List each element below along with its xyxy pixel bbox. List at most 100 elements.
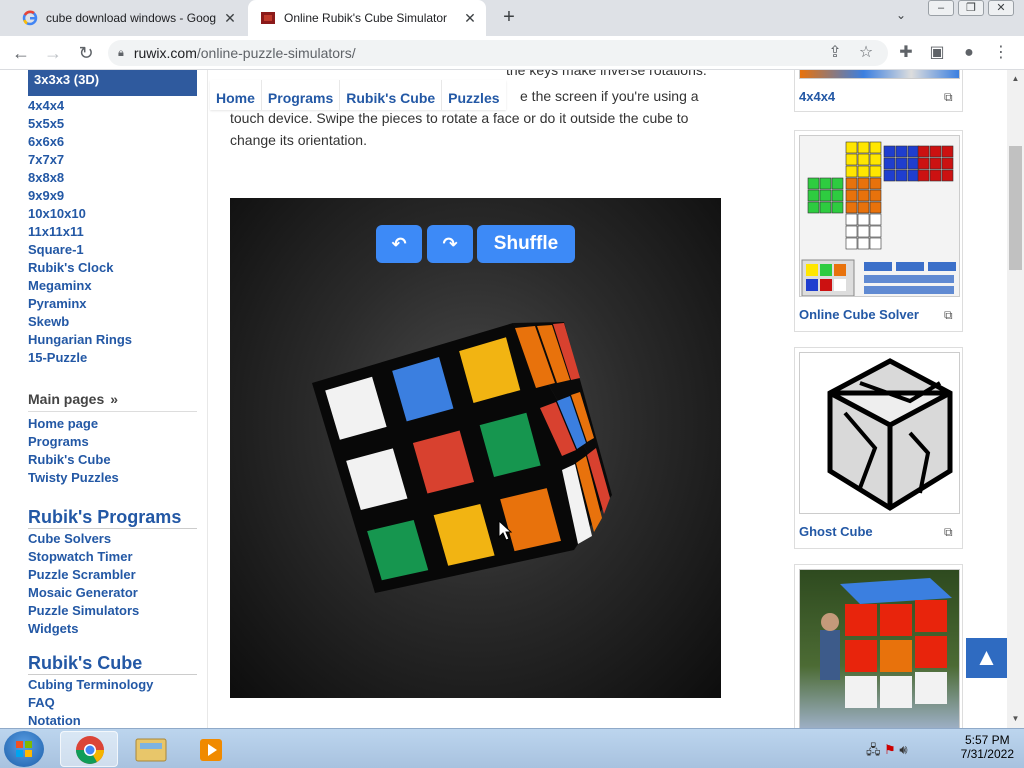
solver-sticker <box>857 153 870 166</box>
solver-sticker <box>857 177 870 190</box>
sidebar-link-hungarian-rings[interactable]: Hungarian Rings <box>28 331 132 349</box>
rubiks-cube-heading[interactable]: Rubik's Cube <box>28 653 142 674</box>
tab-rubiks-simulator[interactable]: Online Rubik's Cube Simulator ✕ <box>248 0 486 36</box>
sidebar-link-15-puzzle[interactable]: 15-Puzzle <box>28 349 132 367</box>
sidebar-link-6x6x6[interactable]: 6x6x6 <box>28 133 132 151</box>
back-icon[interactable]: ← <box>10 42 32 64</box>
chrome-icon <box>76 736 104 764</box>
taskbar-explorer[interactable] <box>122 731 180 767</box>
reload-icon[interactable]: ↻ <box>75 42 97 64</box>
breadcrumb-puzzles[interactable]: Puzzles <box>442 80 505 110</box>
card-label[interactable]: 4x4x4 <box>799 89 835 104</box>
rubiks-cube-3d[interactable] <box>230 198 721 698</box>
main-pages-heading-text: Main pages <box>28 391 105 407</box>
sidebar-link-programs[interactable]: Programs <box>28 433 119 451</box>
solver-sticker <box>907 169 920 182</box>
sidebar-link-rubiks-cube[interactable]: Rubik's Cube <box>28 451 119 469</box>
volume-icon[interactable]: 🔊︎ <box>899 742 907 757</box>
card-4x4x4[interactable]: 4x4x4 ⧉ <box>794 70 963 112</box>
tab-google-search[interactable]: cube download windows - Goog ✕ <box>14 0 246 36</box>
sidebar-link-cubing-terminology[interactable]: Cubing Terminology <box>28 676 153 694</box>
external-link-icon[interactable]: ⧉ <box>944 525 958 539</box>
card-giant-cube[interactable] <box>794 564 963 728</box>
sidebar-link-rubiks-clock[interactable]: Rubik's Clock <box>28 259 132 277</box>
sidebar-link-widgets[interactable]: Widgets <box>28 620 139 638</box>
card-label[interactable]: Online Cube Solver <box>799 307 919 322</box>
card-online-cube-solver[interactable]: Online Cube Solver ⧉ <box>794 130 963 332</box>
solver-sticker <box>819 177 832 190</box>
sidebar-link-stopwatch-timer[interactable]: Stopwatch Timer <box>28 548 139 566</box>
sidebar-link-4x4x4[interactable]: 4x4x4 <box>28 97 132 115</box>
taskbar-chrome[interactable] <box>60 731 118 767</box>
sidebar-link-7x7x7[interactable]: 7x7x7 <box>28 151 132 169</box>
share-icon[interactable]: ⇪ <box>824 42 846 64</box>
sidebar-link-mosaic-generator[interactable]: Mosaic Generator <box>28 584 139 602</box>
external-link-icon[interactable]: ⧉ <box>944 90 958 104</box>
sidebar-link-cube-solvers[interactable]: Cube Solvers <box>28 530 139 548</box>
taskbar-media-player[interactable] <box>182 731 240 767</box>
action-center-icon[interactable]: ⚑ <box>884 742 896 757</box>
solver-sticker <box>857 201 870 214</box>
url-path: /online-puzzle-simulators/ <box>196 45 356 61</box>
page-scrollbar[interactable]: ▲ ▼ <box>1007 70 1024 728</box>
start-button[interactable] <box>4 731 44 767</box>
sidebar-link-5x5x5[interactable]: 5x5x5 <box>28 115 132 133</box>
scroll-to-top-button[interactable]: ▲ <box>966 638 1007 678</box>
card-ghost-cube[interactable]: Ghost Cube ⧉ <box>794 347 963 549</box>
breadcrumb-programs[interactable]: Programs <box>262 80 341 110</box>
window-controls: – ❐ ✕ <box>924 0 1014 20</box>
address-bar[interactable]: 🔒︎ ruwix.com/online-puzzle-simulators/ <box>108 40 888 66</box>
breadcrumb-rubiks-cube[interactable]: Rubik's Cube <box>340 80 443 110</box>
breadcrumb-home[interactable]: Home <box>210 80 262 110</box>
sidebar-link-8x8x8[interactable]: 8x8x8 <box>28 169 132 187</box>
sidebar-link-puzzle-scrambler[interactable]: Puzzle Scrambler <box>28 566 139 584</box>
sidebar-link-pyraminx[interactable]: Pyraminx <box>28 295 132 313</box>
solver-sticker <box>883 157 896 170</box>
side-panel-icon[interactable]: ▣ <box>926 42 948 64</box>
sidebar-link-9x9x9[interactable]: 9x9x9 <box>28 187 132 205</box>
new-tab-button[interactable]: + <box>498 6 520 28</box>
close-tab-icon[interactable]: ✕ <box>222 10 238 26</box>
main-pages-raquo: » <box>110 391 119 407</box>
divider <box>28 411 197 412</box>
sidebar-link-square-1[interactable]: Square-1 <box>28 241 132 259</box>
sidebar-link-megaminx[interactable]: Megaminx <box>28 277 132 295</box>
clock[interactable]: 5:57 PM 7/31/2022 <box>961 733 1014 761</box>
programs-heading[interactable]: Rubik's Programs <box>28 507 181 528</box>
bookmark-star-icon[interactable]: ☆ <box>855 42 877 64</box>
external-link-icon[interactable]: ⧉ <box>944 308 958 322</box>
menu-kebab-icon[interactable]: ⋮ <box>990 42 1012 64</box>
profile-icon[interactable]: ● <box>958 42 980 64</box>
minimize-button[interactable]: – <box>928 0 954 16</box>
shuffle-button[interactable]: Shuffle <box>477 225 575 263</box>
close-window-button[interactable]: ✕ <box>988 0 1014 16</box>
sidebar-link-skewb[interactable]: Skewb <box>28 313 132 331</box>
scroll-down-arrow-icon[interactable]: ▼ <box>1010 714 1021 724</box>
maximize-button[interactable]: ❐ <box>958 0 984 16</box>
windows-logo-icon <box>16 741 32 757</box>
scrollbar-thumb[interactable] <box>1009 146 1022 270</box>
sidebar-link-11x11x11[interactable]: 11x11x11 <box>28 223 132 241</box>
sidebar-link-10x10x10[interactable]: 10x10x10 <box>28 205 132 223</box>
sidebar-link-puzzle-simulators[interactable]: Puzzle Simulators <box>28 602 139 620</box>
sidebar-link-faq[interactable]: FAQ <box>28 694 153 712</box>
extensions-icon[interactable]: ✚ <box>895 42 917 64</box>
scroll-up-arrow-icon[interactable]: ▲ <box>1010 74 1021 84</box>
divider <box>28 674 197 675</box>
solver-sticker <box>845 177 858 190</box>
undo-button[interactable]: ↶ <box>376 225 422 263</box>
sidebar-link-notation[interactable]: Notation <box>28 712 153 728</box>
sidebar-link-home-page[interactable]: Home page <box>28 415 119 433</box>
forward-icon[interactable]: → <box>42 42 64 64</box>
network-icon[interactable]: 🖧︎ <box>866 742 881 757</box>
solver-sticker <box>907 145 920 158</box>
close-tab-icon[interactable]: ✕ <box>462 10 478 26</box>
redo-button[interactable]: ↷ <box>427 225 473 263</box>
folder-icon <box>135 738 167 762</box>
tab-search-icon[interactable]: ⌄ <box>896 8 906 22</box>
sidebar-link-twisty-puzzles[interactable]: Twisty Puzzles <box>28 469 119 487</box>
sidebar-active-item[interactable]: 3x3x3 (3D) <box>28 70 197 96</box>
solver-sticker <box>929 169 942 182</box>
card-label[interactable]: Ghost Cube <box>799 524 873 539</box>
cube-simulator[interactable]: ↶ ↷ Shuffle <box>230 198 721 698</box>
